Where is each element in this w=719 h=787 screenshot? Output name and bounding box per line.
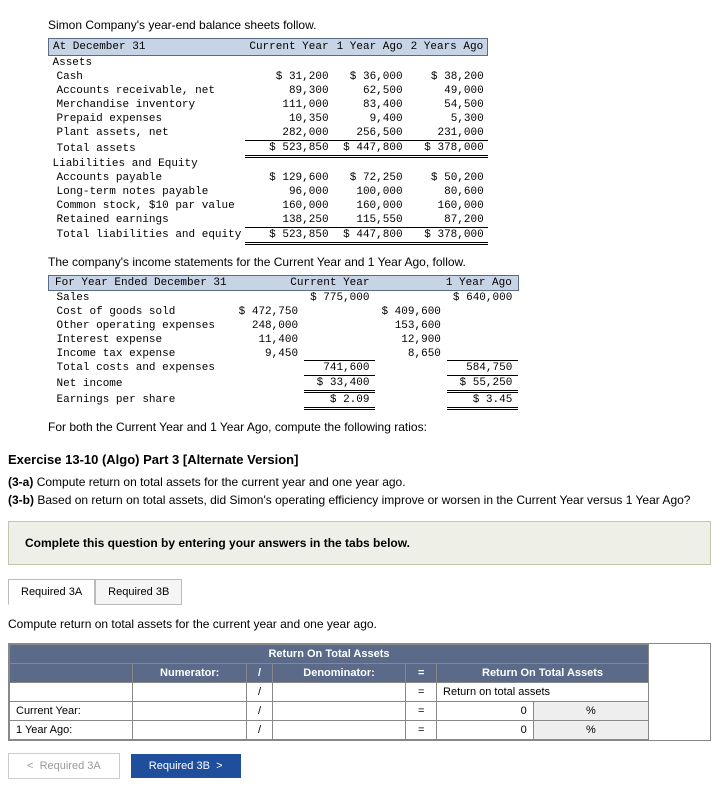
q3a-text: Compute return on total assets for the c…	[37, 475, 406, 489]
tab-instruction: Compute return on total assets for the c…	[8, 617, 711, 631]
nav-buttons: < Required 3A Required 3B >	[8, 753, 711, 779]
q3a-label: (3-a)	[8, 475, 33, 489]
row-current-year-l: Current Year:	[10, 702, 133, 721]
chevron-left-icon: <	[27, 760, 33, 772]
bs-col0: At December 31	[49, 39, 246, 56]
income-intro: The company's income statements for the …	[48, 255, 711, 269]
prev-button[interactable]: < Required 3A	[8, 753, 120, 779]
percent-icon: %	[533, 721, 648, 740]
next-button[interactable]: Required 3B >	[131, 754, 241, 778]
tab-required-3a[interactable]: Required 3A	[8, 579, 95, 605]
tab-required-3b[interactable]: Required 3B	[95, 579, 182, 605]
numerator-input-cy[interactable]	[133, 702, 247, 721]
complete-instruction: Complete this question by entering your …	[8, 521, 711, 565]
denominator-input-1y[interactable]	[272, 721, 406, 740]
bs-col1: Current Year	[245, 39, 332, 56]
roa-table-wrap: Return On Total Assets Numerator: / Deno…	[8, 643, 711, 741]
ratio-instr: For both the Current Year and 1 Year Ago…	[48, 420, 711, 434]
le-header: Liabilities and Equity	[49, 157, 246, 171]
tab-bar: Required 3ARequired 3B	[8, 579, 711, 605]
denominator-input-cy[interactable]	[272, 702, 406, 721]
result-cy[interactable]: 0	[437, 702, 534, 721]
result-1y[interactable]: 0	[437, 721, 534, 740]
result-sub: Return on total assets	[437, 683, 649, 702]
exercise-title: Exercise 13-10 (Algo) Part 3 [Alternate …	[8, 452, 711, 467]
row-1-year-ago-l: 1 Year Ago:	[10, 721, 133, 740]
assets-header: Assets	[49, 56, 246, 71]
denominator-header: Denominator:	[272, 664, 406, 683]
bs-cash-l: Cash	[49, 70, 246, 84]
balance-sheet: At December 31Current Year1 Year Ago2 Ye…	[48, 38, 711, 245]
slash-icon: /	[247, 664, 272, 683]
roa-title: Return On Total Assets	[10, 645, 649, 664]
numerator-select-blank[interactable]	[133, 683, 247, 702]
equals-icon: =	[406, 664, 437, 683]
bs-col2: 1 Year Ago	[333, 39, 407, 56]
bs-col3: 2 Years Ago	[407, 39, 488, 56]
q3b-label: (3-b)	[8, 493, 34, 507]
q3b-text: Based on return on total assets, did Sim…	[37, 493, 690, 507]
percent-icon: %	[533, 702, 648, 721]
income-statement: For Year Ended December 31Current Year1 …	[48, 275, 519, 411]
chevron-right-icon: >	[216, 760, 222, 772]
numerator-input-1y[interactable]	[133, 721, 247, 740]
numerator-header: Numerator:	[133, 664, 247, 683]
intro-text: Simon Company's year-end balance sheets …	[48, 18, 711, 32]
result-header: Return On Total Assets	[437, 664, 649, 683]
denominator-select-blank[interactable]	[272, 683, 406, 702]
